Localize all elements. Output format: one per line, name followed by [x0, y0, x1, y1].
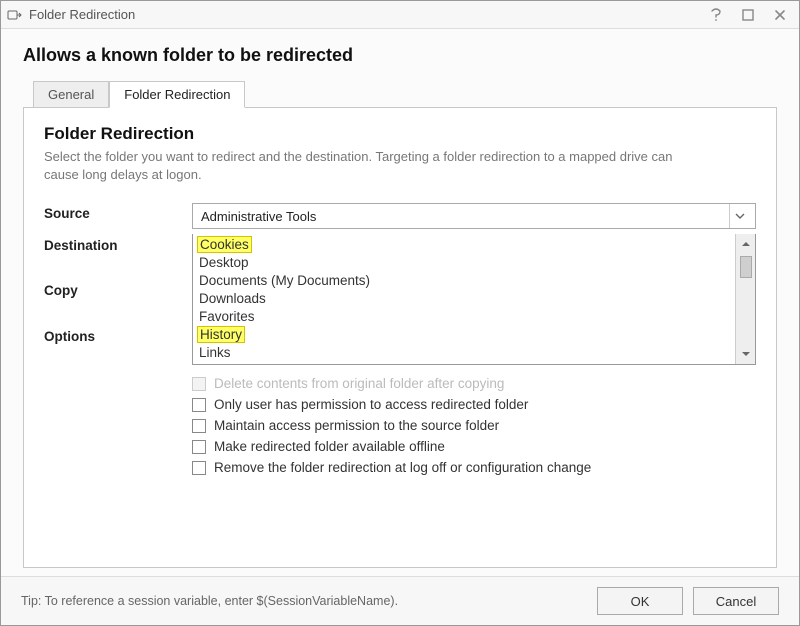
- check-only-user[interactable]: Only user has permission to access redir…: [192, 394, 756, 415]
- checkbox-icon[interactable]: [192, 419, 206, 433]
- scroll-up-icon[interactable]: [741, 236, 751, 252]
- options-checklist: Delete contents from original folder aft…: [192, 373, 756, 478]
- chevron-down-icon: [729, 204, 749, 228]
- checkbox-icon[interactable]: [192, 461, 206, 475]
- check-delete-contents: Delete contents from original folder aft…: [192, 373, 756, 394]
- checkbox-icon[interactable]: [192, 398, 206, 412]
- check-label: Delete contents from original folder aft…: [214, 376, 504, 391]
- check-label: Remove the folder redirection at log off…: [214, 460, 591, 475]
- tab-strip: General Folder Redirection: [23, 80, 777, 107]
- dropdown-item-history[interactable]: History: [197, 326, 245, 343]
- check-maintain-access[interactable]: Maintain access permission to the source…: [192, 415, 756, 436]
- footer-tip: Tip: To reference a session variable, en…: [21, 594, 587, 608]
- dropdown-item-desktop[interactable]: Desktop: [193, 254, 735, 272]
- tab-general[interactable]: General: [33, 81, 109, 108]
- form: Source Administrative Tools Destination …: [44, 203, 756, 478]
- dropdown-item-links[interactable]: Links: [193, 344, 735, 362]
- scroll-thumb[interactable]: [740, 256, 752, 278]
- check-label: Make redirected folder available offline: [214, 439, 445, 454]
- dropdown-item-downloads[interactable]: Downloads: [193, 290, 735, 308]
- cancel-button[interactable]: Cancel: [693, 587, 779, 615]
- window-buttons: [707, 6, 793, 24]
- tab-panel: Folder Redirection Select the folder you…: [23, 107, 777, 568]
- dropdown-item-cookies[interactable]: Cookies: [197, 236, 252, 253]
- maximize-icon[interactable]: [739, 6, 757, 24]
- checkbox-icon[interactable]: [192, 440, 206, 454]
- close-icon[interactable]: [771, 6, 789, 24]
- titlebar: Folder Redirection: [1, 1, 799, 29]
- label-options: Options: [44, 326, 184, 344]
- dropdown-item-documents[interactable]: Documents (My Documents): [193, 272, 735, 290]
- check-offline[interactable]: Make redirected folder available offline: [192, 436, 756, 457]
- label-source: Source: [44, 203, 184, 221]
- dropdown-items: Cookies Desktop Documents (My Documents)…: [193, 234, 735, 364]
- ok-button[interactable]: OK: [597, 587, 683, 615]
- panel-title: Folder Redirection: [44, 124, 756, 144]
- source-selected-value: Administrative Tools: [201, 209, 316, 224]
- scroll-down-icon[interactable]: [741, 346, 751, 362]
- check-label: Maintain access permission to the source…: [214, 418, 499, 433]
- check-label: Only user has permission to access redir…: [214, 397, 528, 412]
- checkbox-icon: [192, 377, 206, 391]
- content: Allows a known folder to be redirected G…: [1, 29, 799, 576]
- source-combobox[interactable]: Administrative Tools: [192, 203, 756, 229]
- label-destination: Destination: [44, 235, 184, 253]
- check-remove-on-logoff[interactable]: Remove the folder redirection at log off…: [192, 457, 756, 478]
- folder-redirect-icon: [7, 7, 23, 23]
- dialog-footer: Tip: To reference a session variable, en…: [1, 576, 799, 625]
- dropdown-item-favorites[interactable]: Favorites: [193, 308, 735, 326]
- panel-description: Select the folder you want to redirect a…: [44, 148, 684, 183]
- dialog-window: Folder Redirection Allows a known folder…: [0, 0, 800, 626]
- source-dropdown-list: Cookies Desktop Documents (My Documents)…: [192, 234, 756, 365]
- help-icon[interactable]: [707, 6, 725, 24]
- window-title: Folder Redirection: [29, 7, 707, 22]
- label-copy: Copy: [44, 280, 184, 298]
- tab-folder-redirection[interactable]: Folder Redirection: [109, 81, 245, 108]
- page-heading: Allows a known folder to be redirected: [23, 45, 777, 66]
- dropdown-scrollbar[interactable]: [735, 234, 755, 364]
